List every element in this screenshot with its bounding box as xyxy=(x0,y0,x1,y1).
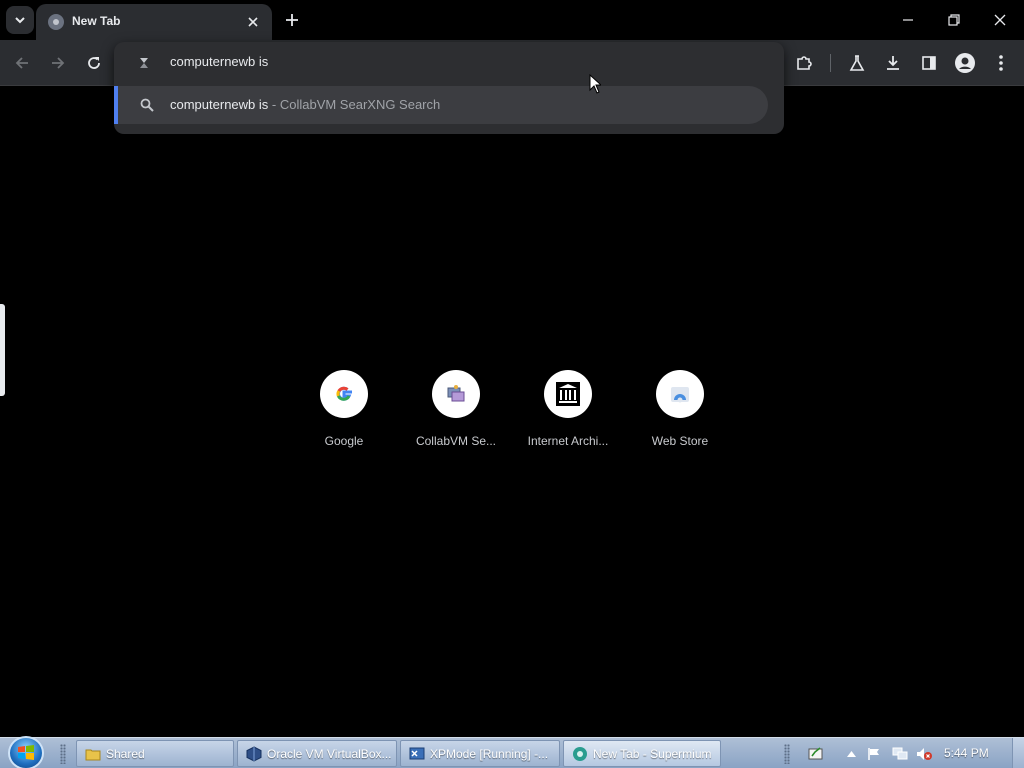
side-panel-icon xyxy=(922,56,936,70)
xpmode-icon xyxy=(409,746,425,762)
menu-button[interactable] xyxy=(988,50,1014,76)
task-shared[interactable]: Shared xyxy=(76,740,234,767)
address-bar-input[interactable] xyxy=(170,54,750,69)
volume-muted-icon[interactable] xyxy=(916,746,932,762)
chevron-down-icon xyxy=(15,17,25,24)
tray-app-icon[interactable] xyxy=(808,746,824,762)
shortcut-circle xyxy=(320,370,368,418)
avatar-icon xyxy=(955,53,975,73)
virtualbox-icon xyxy=(246,745,262,762)
suggestion-provider: CollabVM SearXNG Search xyxy=(279,97,441,112)
shortcuts-grid: Google CollabVM Se... Internet Archi... … xyxy=(288,368,736,458)
site-info-icon[interactable] xyxy=(136,55,152,71)
shortcut-web-store[interactable]: Web Store xyxy=(624,368,736,458)
shortcut-internet-archive[interactable]: Internet Archi... xyxy=(512,368,624,458)
new-tab-button[interactable] xyxy=(280,8,304,32)
plus-icon xyxy=(286,14,298,26)
forward-button[interactable] xyxy=(45,50,71,76)
start-button[interactable] xyxy=(8,736,44,768)
collabvm-icon xyxy=(447,385,465,402)
search-icon xyxy=(140,98,154,112)
shortcut-circle xyxy=(544,370,592,418)
shortcut-circle xyxy=(656,370,704,418)
arrow-left-icon xyxy=(15,57,28,69)
action-center-flag-icon[interactable] xyxy=(866,746,882,762)
task-virtualbox[interactable]: Oracle VM VirtualBox... xyxy=(237,740,397,767)
shortcut-google[interactable]: Google xyxy=(288,368,400,458)
windows-logo-icon xyxy=(18,745,34,760)
show-desktop-button[interactable] xyxy=(1012,738,1024,768)
restore-icon xyxy=(948,14,960,26)
new-tab-favicon-icon xyxy=(48,14,64,30)
omnibox-suggestion[interactable]: computernewb is - CollabVM SearXNG Searc… xyxy=(114,86,768,124)
side-panel-button[interactable] xyxy=(916,50,942,76)
taskbar-grip xyxy=(60,744,66,764)
minimize-icon xyxy=(903,19,913,21)
taskbar-clock[interactable]: 5:44 PM xyxy=(944,746,989,760)
close-tab-icon[interactable] xyxy=(244,13,262,31)
task-supermium[interactable]: New Tab - Supermium xyxy=(563,740,721,767)
supermium-icon xyxy=(572,746,588,762)
side-edge-panel[interactable] xyxy=(0,304,5,396)
task-xpmode[interactable]: XPMode [Running] -... xyxy=(400,740,560,767)
shortcut-circle xyxy=(432,370,480,418)
tray-grip xyxy=(784,744,790,764)
network-icon[interactable] xyxy=(892,746,908,762)
mouse-cursor-icon xyxy=(589,74,601,94)
puzzle-icon xyxy=(797,56,812,70)
reload-button[interactable] xyxy=(81,50,107,76)
internet-archive-icon xyxy=(556,382,580,406)
google-icon xyxy=(336,386,352,401)
task-label: New Tab - Supermium xyxy=(593,746,712,761)
omnibox-dropdown: computernewb is - CollabVM SearXNG Searc… xyxy=(114,42,784,134)
more-vert-icon xyxy=(999,55,1003,71)
profile-button[interactable] xyxy=(952,50,978,76)
download-icon xyxy=(887,56,899,70)
extensions-button[interactable] xyxy=(791,50,817,76)
close-icon xyxy=(994,14,1006,26)
task-label: Shared xyxy=(106,746,145,761)
suggestion-query: computernewb is xyxy=(170,97,269,112)
shortcut-collabvm[interactable]: CollabVM Se... xyxy=(400,368,512,458)
toolbar-divider xyxy=(830,54,831,72)
task-label: XPMode [Running] -... xyxy=(430,746,549,761)
downloads-button[interactable] xyxy=(880,50,906,76)
shortcut-label: Internet Archi... xyxy=(527,434,609,448)
back-button[interactable] xyxy=(9,50,35,76)
shortcut-label: CollabVM Se... xyxy=(415,434,497,448)
flask-icon xyxy=(849,55,865,71)
shortcut-label: Web Store xyxy=(651,434,709,448)
screen: New Tab computernewb is computernewb is … xyxy=(0,0,1024,768)
tab-strip: New Tab xyxy=(0,0,1024,40)
tab-title: New Tab xyxy=(72,14,121,28)
task-label: Oracle VM VirtualBox... xyxy=(267,746,392,761)
arrow-right-icon xyxy=(52,57,65,69)
web-store-icon xyxy=(671,387,689,403)
close-window-button[interactable] xyxy=(986,8,1014,32)
reload-icon xyxy=(88,57,100,69)
labs-button[interactable] xyxy=(844,50,870,76)
shortcut-label: Google xyxy=(324,434,364,448)
folder-icon xyxy=(85,746,101,762)
minimize-button[interactable] xyxy=(894,8,922,32)
suggestion-text: computernewb is - CollabVM SearXNG Searc… xyxy=(170,97,440,112)
restore-button[interactable] xyxy=(940,8,968,32)
tab-search-button[interactable] xyxy=(6,6,34,34)
show-hidden-icons-icon[interactable] xyxy=(843,746,859,762)
suggestion-separator: - xyxy=(268,97,280,112)
taskbar: Shared Oracle VM VirtualBox... XPMode [R… xyxy=(0,736,1024,768)
omnibox-input-row xyxy=(114,42,784,84)
tab-new-tab[interactable]: New Tab xyxy=(36,4,272,40)
